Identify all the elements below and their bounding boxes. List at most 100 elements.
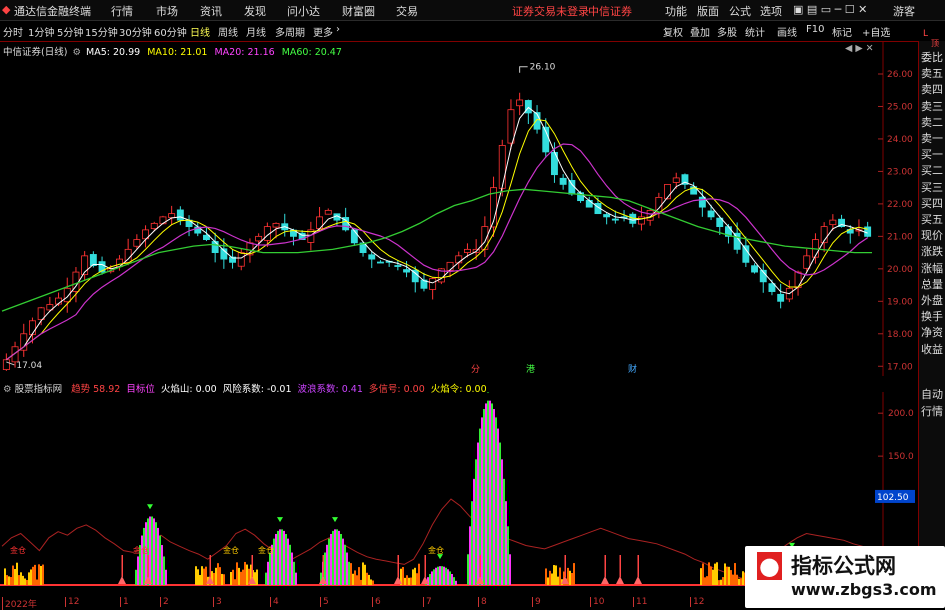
signal-bar <box>439 566 441 585</box>
signal-bar <box>289 544 291 585</box>
menu-item-zixun[interactable]: 资讯 <box>200 3 222 19</box>
signal-bar <box>441 566 443 585</box>
flame-bar <box>700 568 702 585</box>
ma60-line <box>1 188 872 312</box>
candle-body <box>159 216 167 225</box>
tab-15min[interactable]: 15分钟 <box>85 24 118 39</box>
quote-label[interactable]: 行情 <box>921 403 943 419</box>
signal-bar <box>265 572 267 585</box>
menu-item-jiaoyi[interactable]: 交易 <box>396 3 418 19</box>
login-notice[interactable]: 证券交易未登录 <box>512 3 589 19</box>
menu-item-xuanxiang[interactable]: 选项 <box>760 3 782 19</box>
menu-icons[interactable]: ▣ ▤ ▭ ─ ☐ ✕ <box>793 3 867 16</box>
tab-30min[interactable]: 30分钟 <box>119 24 152 39</box>
flame-bar <box>34 564 36 585</box>
candle-body <box>498 145 506 189</box>
signal-bar <box>295 572 297 585</box>
tab-weekly[interactable]: 周线 <box>218 24 238 39</box>
candle-body <box>255 235 263 242</box>
flame-bar <box>22 575 24 585</box>
tool-f10[interactable]: F10 <box>806 24 824 35</box>
flame-bar <box>40 565 42 585</box>
chevron-right-icon[interactable]: › <box>336 24 340 35</box>
broker-name[interactable]: 中信证券 <box>588 3 632 19</box>
buy-triangle-icon <box>601 576 609 584</box>
price-tick-label: 22.00 <box>887 200 913 210</box>
tool-fuquan[interactable]: 复权 <box>663 24 683 39</box>
flame-bar <box>734 563 736 585</box>
flame-bar <box>195 566 197 585</box>
date-tick-6: 5 <box>320 597 329 607</box>
signal-bar <box>293 561 295 585</box>
flame-bar <box>24 578 26 585</box>
flame-bar <box>352 573 354 585</box>
quote-field-16: 换手 <box>921 310 943 324</box>
tab-monthly[interactable]: 月线 <box>246 24 266 39</box>
menu-item-caifuquan[interactable]: 财富圈 <box>342 3 375 19</box>
flame-bar <box>256 569 258 585</box>
menu-item-faxian[interactable]: 发现 <box>244 3 266 19</box>
signal-bar <box>435 567 437 585</box>
flame-bar <box>219 567 221 585</box>
date-tick-2: 1 <box>120 597 129 607</box>
flame-bar <box>370 579 372 585</box>
tab-more[interactable]: 更多 <box>313 24 333 39</box>
auto-label[interactable]: 自动 <box>921 386 943 402</box>
tool-biaoji[interactable]: 标记 <box>832 24 852 39</box>
tab-multi-period[interactable]: 多周期 <box>275 24 305 39</box>
flame-bar <box>728 566 730 585</box>
price-tick-label: 25.00 <box>887 102 913 112</box>
tool-duogu[interactable]: 多股 <box>717 24 737 39</box>
signal-bar <box>433 569 435 585</box>
flame-bar <box>402 566 404 585</box>
menu-item-shichang[interactable]: 市场 <box>156 3 178 19</box>
tab-1min[interactable]: 1分钟 <box>28 24 54 39</box>
signal-bar <box>477 442 479 585</box>
signal-bar <box>451 574 453 585</box>
signal-bar <box>431 571 433 585</box>
flame-bar <box>234 579 236 585</box>
flame-bar <box>30 569 32 585</box>
buy-label-2: 金仓 <box>223 545 239 555</box>
menu-item-wenxiaoda[interactable]: 问小达 <box>287 3 320 19</box>
price-tick-label: 18.00 <box>887 330 913 340</box>
flame-bar <box>716 562 718 585</box>
tab-5min[interactable]: 5分钟 <box>57 24 83 39</box>
date-tick-0: 2022年 <box>2 597 37 610</box>
flame-bar <box>26 579 28 585</box>
buy-label-4: 金仓 <box>428 545 444 555</box>
menu-item-hangqing[interactable]: 行情 <box>111 3 133 19</box>
flame-bar <box>215 567 217 585</box>
flame-bar <box>549 570 551 585</box>
candle-body <box>446 261 454 271</box>
menu-item-gongneng[interactable]: 功能 <box>665 3 687 19</box>
flame-bar <box>12 565 14 585</box>
flame-bar <box>736 574 738 585</box>
tool-huaxian[interactable]: 画线 <box>777 24 797 39</box>
quote-field-0: 委比 <box>921 51 943 64</box>
flame-bar <box>42 564 44 585</box>
flame-bar <box>732 574 734 585</box>
price-chart[interactable]: 26.00 25.00 24.00 23.00 22.00 21.00 20.00 19.00… <box>0 41 918 376</box>
flame-bar <box>702 563 704 585</box>
tool-diejia[interactable]: 叠加 <box>690 24 710 39</box>
menu-item-banmian[interactable]: 版面 <box>697 3 719 19</box>
tab-fenshi[interactable]: 分时 <box>3 24 23 39</box>
signal-bar <box>447 569 449 585</box>
tool-tongji[interactable]: 统计 <box>745 24 765 39</box>
buy-stem <box>397 555 399 577</box>
flame-bar <box>368 574 370 585</box>
flame-bar <box>360 579 362 585</box>
add-watchlist-button[interactable]: +自选 <box>862 24 890 39</box>
flame-bar <box>710 566 712 585</box>
quote-field-15: 外盘 <box>921 294 943 307</box>
signal-peak-0 <box>135 504 167 585</box>
tab-daily[interactable]: 日线 <box>190 24 210 39</box>
flame-bar <box>726 566 728 585</box>
tab-60min[interactable]: 60分钟 <box>154 24 187 39</box>
high-label: 26.10 <box>530 63 556 73</box>
signal-peak-4 <box>425 554 457 585</box>
date-tick-8: 7 <box>423 597 432 607</box>
user-label[interactable]: 游客 <box>893 3 915 19</box>
menu-item-gongshi[interactable]: 公式 <box>729 3 751 19</box>
